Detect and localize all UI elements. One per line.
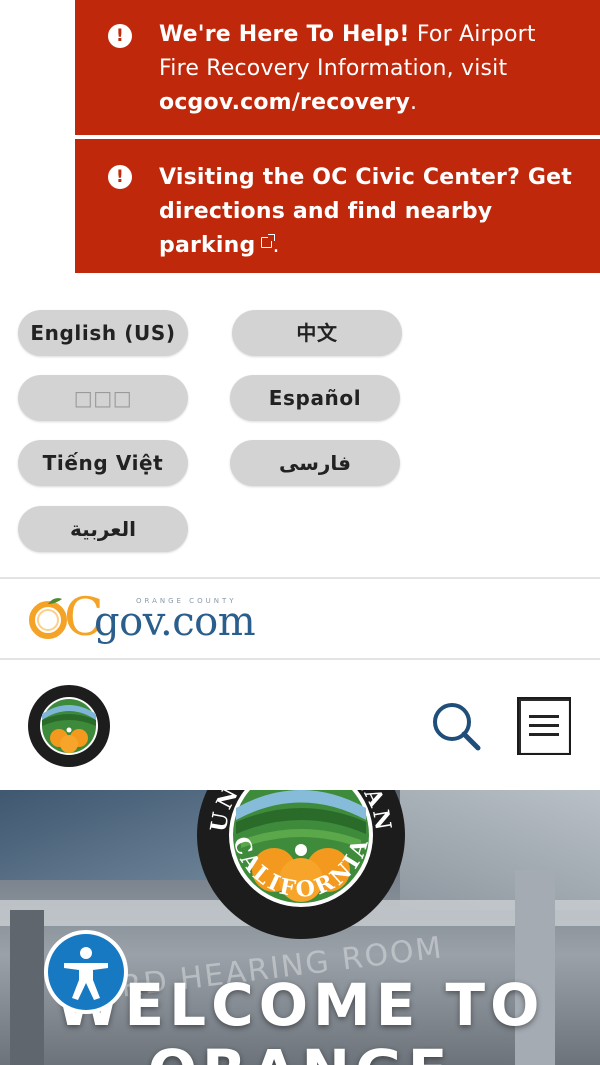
divider — [0, 658, 600, 660]
alert-recovery-lead: We're Here To Help! — [159, 22, 410, 47]
hero-banner: RD HEARING ROOM COUNTY OF ORANGE CALIFOR… — [0, 790, 600, 1065]
ocgov-logo[interactable]: ORANGE COUNTY C gov.com — [26, 586, 276, 652]
alert-circle-icon: ! — [108, 24, 132, 48]
language-button-chinese[interactable]: 中文 — [232, 310, 402, 356]
hero-background-panel — [400, 790, 600, 910]
alert-recovery-tail: . — [410, 90, 418, 115]
alert-civic-center[interactable]: ! Visiting the OC Civic Center? Get dire… — [75, 139, 600, 273]
divider — [0, 577, 600, 579]
alert-circle-icon: ! — [108, 165, 132, 189]
alert-recovery-link[interactable]: ocgov.com/recovery — [159, 90, 410, 115]
logo-gov: gov.com — [94, 599, 256, 645]
language-button-spanish[interactable]: Español — [230, 375, 400, 421]
alert-banner-group: ! We're Here To Help! For Airport Fire R… — [75, 0, 600, 273]
language-button-vietnamese[interactable]: Tiếng Việt — [18, 440, 188, 486]
accessibility-button-inner — [48, 934, 124, 1010]
language-button-korean[interactable]: □□□ — [18, 375, 188, 421]
language-button-arabic[interactable]: العربية — [18, 506, 188, 552]
hamburger-menu-icon[interactable] — [517, 697, 571, 755]
alert-recovery: ! We're Here To Help! For Airport Fire R… — [75, 0, 600, 135]
county-seal-large-icon: COUNTY OF ORANGE CALIFORNIA — [196, 790, 405, 939]
accessibility-person-icon — [64, 947, 108, 1000]
county-seal-icon[interactable] — [27, 684, 111, 768]
language-button-farsi[interactable]: فارسی — [230, 440, 400, 486]
hero-background-panel — [0, 790, 210, 880]
language-button-english[interactable]: English (US) — [18, 310, 188, 356]
alert-civic-center-link[interactable]: Visiting the OC Civic Center? Get direct… — [159, 165, 572, 258]
search-icon[interactable] — [430, 700, 482, 752]
accessibility-button[interactable] — [44, 930, 128, 1014]
external-link-icon — [261, 234, 276, 248]
